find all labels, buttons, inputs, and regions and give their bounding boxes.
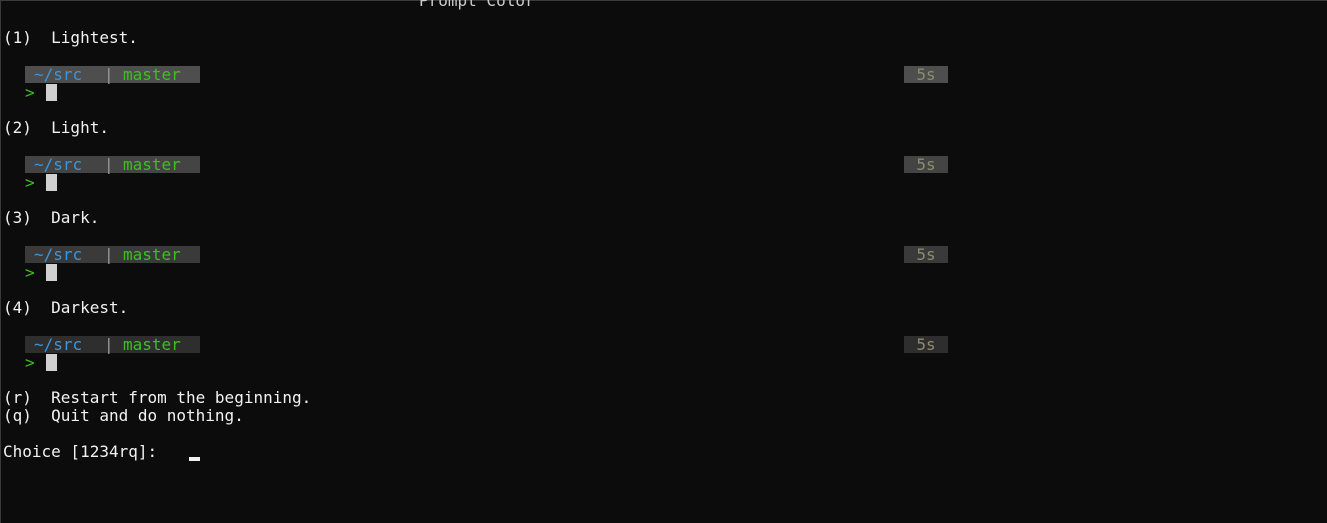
prompt-separator: | [104,155,114,174]
block-cursor [46,84,57,101]
prompt-dir: ~/src [34,335,83,354]
prompt-arrow-icon: > [25,83,35,102]
terminal-window[interactable]: Prompt Color (1) Lightest. ~/src | maste… [0,0,1327,523]
block-cursor [46,174,57,191]
option-dark-label: (3) Dark. [3,208,100,227]
prompt-arrow-icon: > [25,263,35,282]
prompt-dir: ~/src [34,245,83,264]
option-lightest-label: (1) Lightest. [3,28,138,47]
prompt-preview-lightest: ~/src | master [25,65,200,84]
prompt-duration: 5s [904,66,948,83]
prompt-dir: ~/src [34,155,83,174]
prompt-branch: master [123,65,181,84]
prompt-separator: | [104,65,114,84]
quit-option: (q) Quit and do nothing. [3,406,244,425]
prompt-branch: master [123,335,181,354]
prompt-duration: 5s [904,246,948,263]
prompt-duration: 5s [904,156,948,173]
prompt-preview-darkest: ~/src | master [25,335,200,354]
option-darkest-label: (4) Darkest. [3,298,129,317]
prompt-branch: master [123,155,181,174]
choice-prompt: Choice [1234rq]: [3,442,167,461]
block-cursor [46,354,57,371]
block-cursor [46,264,57,281]
prompt-arrow-icon: > [25,353,35,372]
prompt-preview-light: ~/src | master [25,155,200,174]
prompt-branch: master [123,245,181,264]
page-title: Prompt Color [419,0,535,10]
prompt-duration: 5s [904,336,948,353]
prompt-separator: | [104,335,114,354]
restart-option: (r) Restart from the beginning. [3,388,312,407]
prompt-preview-dark: ~/src | master [25,245,200,264]
option-light-label: (2) Light. [3,118,109,137]
input-cursor[interactable] [189,457,200,461]
prompt-separator: | [104,245,114,264]
prompt-arrow-icon: > [25,173,35,192]
prompt-dir: ~/src [34,65,83,84]
